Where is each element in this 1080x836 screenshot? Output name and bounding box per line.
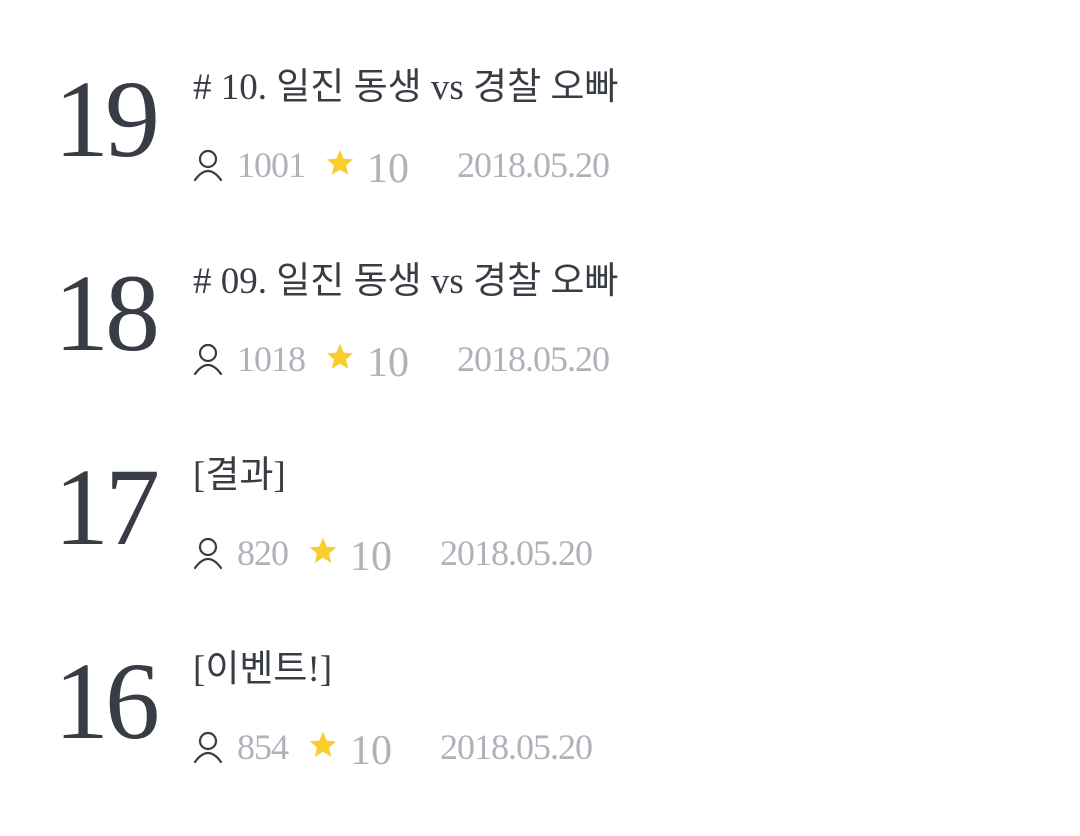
episode-number: 17 bbox=[54, 446, 160, 568]
episode-meta: 1001 10 2018.05.20 bbox=[193, 140, 610, 192]
episode-title[interactable]: # 10. 일진 동생 vs 경찰 오빠 bbox=[193, 66, 618, 110]
view-count: 1001 bbox=[237, 145, 306, 185]
episode-meta: 820 10 2018.05.20 bbox=[193, 528, 593, 580]
episode-meta: 1018 10 2018.05.20 bbox=[193, 334, 610, 386]
episode-title[interactable]: [결과] bbox=[193, 454, 286, 498]
rating-value: 10 bbox=[350, 728, 392, 774]
rating-value: 10 bbox=[350, 534, 392, 580]
view-count: 854 bbox=[237, 727, 289, 767]
episode-number: 18 bbox=[54, 252, 160, 374]
episode-meta: 854 10 2018.05.20 bbox=[193, 722, 593, 774]
rating-value: 10 bbox=[367, 340, 409, 386]
star-icon bbox=[326, 343, 354, 369]
episode-number: 16 bbox=[54, 640, 160, 762]
user-icon bbox=[193, 731, 223, 764]
rating-value: 10 bbox=[367, 146, 409, 192]
publish-date: 2018.05.20 bbox=[457, 145, 610, 185]
star-icon bbox=[326, 149, 354, 175]
star-icon bbox=[309, 731, 337, 757]
episode-item[interactable]: 18 # 09. 일진 동생 vs 경찰 오빠 1018 10 2018.05.… bbox=[0, 258, 1080, 448]
episode-item[interactable]: 16 [이벤트!] 854 10 2018.05.20 bbox=[0, 646, 1080, 836]
view-count: 1018 bbox=[237, 339, 306, 379]
publish-date: 2018.05.20 bbox=[440, 533, 593, 573]
episode-item[interactable]: 19 # 10. 일진 동생 vs 경찰 오빠 1001 10 2018.05.… bbox=[0, 64, 1080, 254]
episode-number: 19 bbox=[54, 58, 160, 180]
episode-title[interactable]: # 09. 일진 동생 vs 경찰 오빠 bbox=[193, 260, 618, 304]
user-icon bbox=[193, 149, 223, 182]
user-icon bbox=[193, 343, 223, 376]
star-icon bbox=[309, 537, 337, 563]
user-icon bbox=[193, 537, 223, 570]
view-count: 820 bbox=[237, 533, 289, 573]
episode-item[interactable]: 17 [결과] 820 10 2018.05.20 bbox=[0, 452, 1080, 642]
episode-title[interactable]: [이벤트!] bbox=[193, 648, 332, 692]
publish-date: 2018.05.20 bbox=[457, 339, 610, 379]
publish-date: 2018.05.20 bbox=[440, 727, 593, 767]
